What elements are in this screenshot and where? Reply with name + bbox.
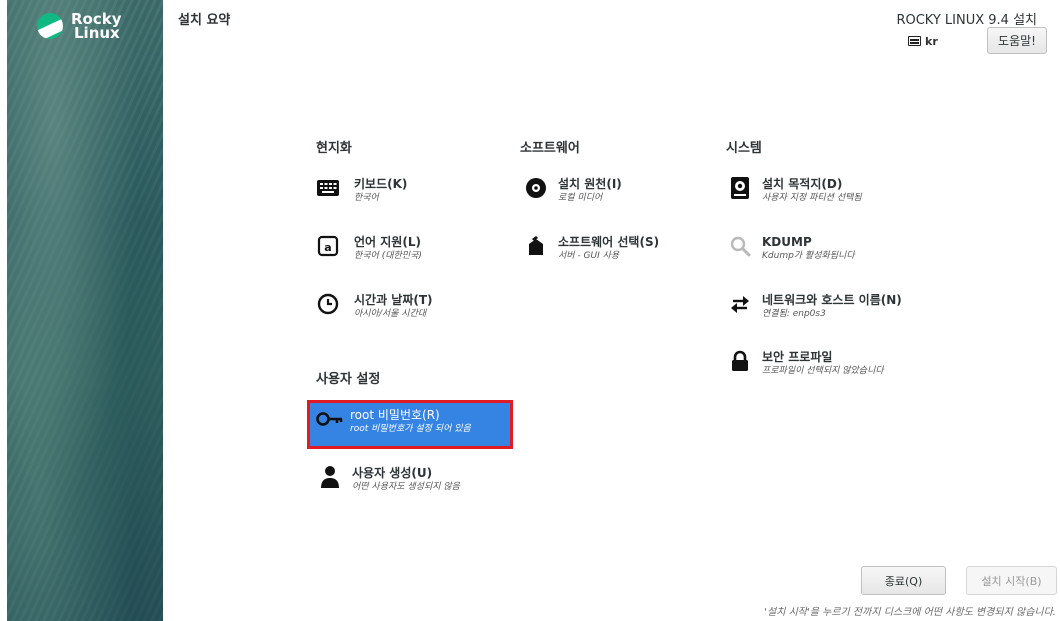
brand-logo: Rocky Linux [37, 12, 122, 42]
begin-installation-button[interactable]: 설치 시작(B) [966, 566, 1057, 595]
footer-note: '설치 시작'을 누르기 전까지 디스크에 어떤 사항도 변경되지 않습니다. [764, 607, 1056, 618]
section-title-system: 시스템 [726, 141, 762, 156]
spoke-security-profile-label: 보안 프로파일 [762, 350, 833, 364]
spoke-install-source[interactable]: 설치 원천(I) 로컬 미디어 [524, 176, 622, 204]
spoke-install-destination-status: 사용자 지정 파티션 선택됨 [762, 193, 862, 203]
rocky-logo-icon [37, 13, 63, 39]
spoke-root-password-label: root 비밀번호(R) [350, 408, 440, 422]
spoke-software-selection-label: 소프트웨어 선택(S) [558, 235, 660, 249]
spoke-network-hostname-label: 네트워크와 호스트 이름(N) [762, 293, 902, 307]
spoke-datetime-status: 아시아/서울 시간대 [354, 309, 427, 319]
clock-icon [316, 292, 340, 316]
spoke-user-creation-label: 사용자 생성(U) [352, 466, 433, 480]
spoke-software-selection-status: 서버 - GUI 사용 [558, 251, 620, 261]
spoke-security-profile-status: 프로파일이 선택되지 않았습니다 [762, 366, 884, 376]
spoke-install-source-label: 설치 원천(I) [558, 177, 622, 191]
spoke-install-source-status: 로컬 미디어 [558, 193, 603, 203]
search-icon [728, 234, 752, 258]
spoke-root-password[interactable]: root 비밀번호(R) root 비밀번호가 설정 되어 있음 [307, 400, 513, 449]
keyboard-icon [316, 176, 340, 200]
spoke-install-destination[interactable]: 설치 목적지(D) 사용자 지정 파티션 선택됨 [728, 176, 862, 204]
spoke-language-label: 언어 지원(L) [354, 235, 421, 249]
sidebar: Rocky Linux [7, 0, 163, 621]
spoke-user-creation[interactable]: 사용자 생성(U) 어떤 사용자도 생성되지 않음 [318, 465, 460, 493]
spoke-kdump-status: Kdump가 활성화됩니다 [762, 251, 855, 261]
brand-line2: Linux [74, 24, 120, 42]
spoke-datetime-label: 시간과 날짜(T) [354, 293, 433, 307]
install-title: ROCKY LINUX 9.4 설치 [896, 13, 1037, 28]
package-icon [524, 234, 548, 258]
spoke-keyboard[interactable]: 키보드(K) 한국어 [316, 176, 407, 204]
help-button[interactable]: 도움말! [987, 27, 1047, 54]
spoke-security-profile[interactable]: 보안 프로파일 프로파일이 선택되지 않았습니다 [728, 349, 884, 377]
disc-icon [524, 176, 548, 200]
spoke-software-selection[interactable]: 소프트웨어 선택(S) 서버 - GUI 사용 [524, 234, 659, 262]
spoke-user-creation-status: 어떤 사용자도 생성되지 않음 [352, 482, 460, 492]
keyboard-layout-indicator[interactable]: kr [906, 31, 982, 51]
quit-button[interactable]: 종료(Q) [861, 566, 946, 595]
spoke-language-status: 한국어 (대한민국) [354, 251, 422, 261]
network-arrows-icon [728, 292, 752, 316]
keyboard-icon [908, 36, 921, 46]
spoke-language[interactable]: a 언어 지원(L) 한국어 (대한민국) [316, 234, 422, 262]
spoke-kdump[interactable]: KDUMP Kdump가 활성화됩니다 [728, 234, 855, 262]
keyboard-layout-label: kr [925, 34, 938, 48]
spoke-kdump-label: KDUMP [762, 235, 812, 249]
section-title-software: 소프트웨어 [520, 141, 580, 156]
page-title: 설치 요약 [178, 13, 231, 28]
hard-disk-icon [728, 176, 752, 200]
spoke-keyboard-status: 한국어 [354, 193, 379, 203]
spoke-datetime[interactable]: 시간과 날짜(T) 아시아/서울 시간대 [316, 292, 433, 320]
brand-text: Rocky Linux [71, 12, 122, 42]
section-title-user-settings: 사용자 설정 [316, 372, 381, 387]
language-icon: a [316, 234, 340, 258]
key-icon [316, 407, 344, 431]
lock-icon [728, 349, 752, 373]
spoke-install-destination-label: 설치 목적지(D) [762, 177, 843, 191]
user-icon [318, 465, 342, 489]
spoke-root-password-status: root 비밀번호가 설정 되어 있음 [350, 424, 471, 434]
spoke-keyboard-label: 키보드(K) [354, 177, 408, 191]
spoke-network-hostname[interactable]: 네트워크와 호스트 이름(N) 연결됨: enp0s3 [728, 292, 902, 320]
svg-text:a: a [324, 241, 331, 254]
spoke-network-hostname-status: 연결됨: enp0s3 [762, 309, 826, 319]
section-title-localization: 현지화 [316, 141, 352, 156]
